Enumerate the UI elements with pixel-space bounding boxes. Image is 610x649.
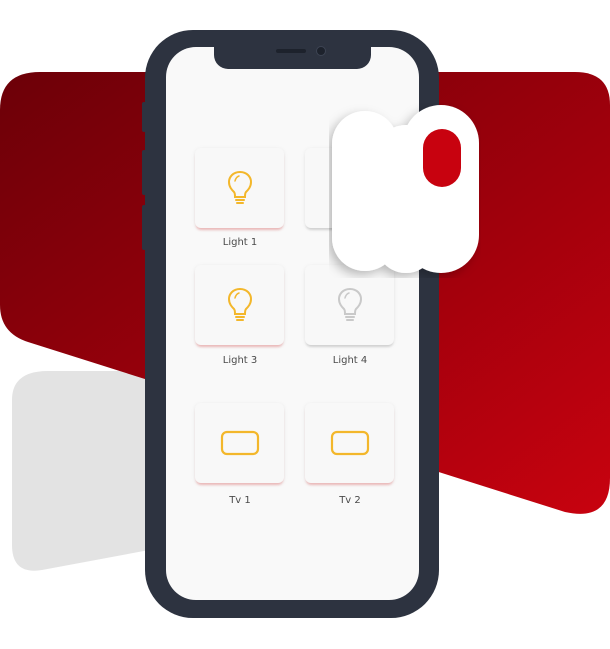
device-label: Light 1 [222, 237, 258, 248]
finger-tap-icon [332, 105, 479, 273]
phone-camera [316, 46, 326, 56]
device-label: Tv 2 [339, 495, 361, 506]
tv-icon [220, 430, 259, 456]
illustration: Light 1 Light 2 Light 3 [0, 0, 610, 649]
device-label: Tv 1 [229, 495, 251, 506]
lightbulb-icon [227, 170, 252, 204]
device-tile-tv-2[interactable] [305, 403, 394, 483]
lightbulb-icon [227, 287, 252, 321]
gray-backdrop-shape [12, 371, 160, 571]
tv-icon [330, 430, 369, 456]
device-tile-tv-1[interactable] [195, 403, 284, 483]
lightbulb-icon [337, 287, 362, 321]
fingernail [423, 129, 461, 187]
device-label: Light 3 [222, 355, 258, 366]
device-tile-light-3[interactable] [195, 265, 284, 345]
device-label: Light 4 [332, 355, 368, 366]
device-tile-light-1[interactable] [195, 148, 284, 228]
phone-speaker [276, 49, 306, 53]
